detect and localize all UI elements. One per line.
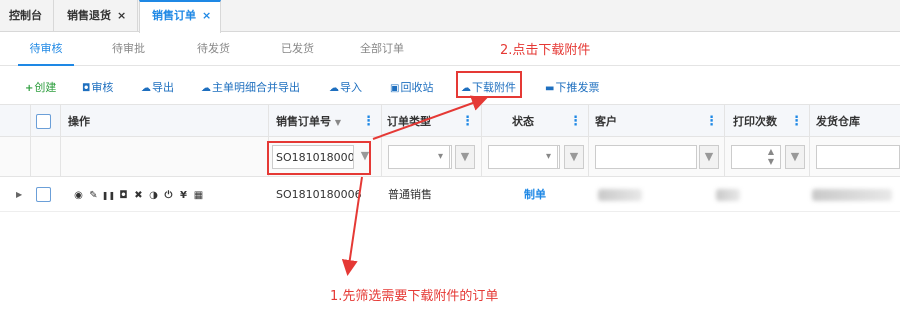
annotation-arrows — [341, 95, 488, 276]
arrow-to-filter-note — [341, 176, 363, 276]
step1-annotation: 1.先筛选需要下载附件的订单 — [330, 289, 499, 304]
arrow-to-download-button — [372, 95, 488, 140]
step2-annotation: 2.点击下载附件 — [500, 43, 591, 58]
